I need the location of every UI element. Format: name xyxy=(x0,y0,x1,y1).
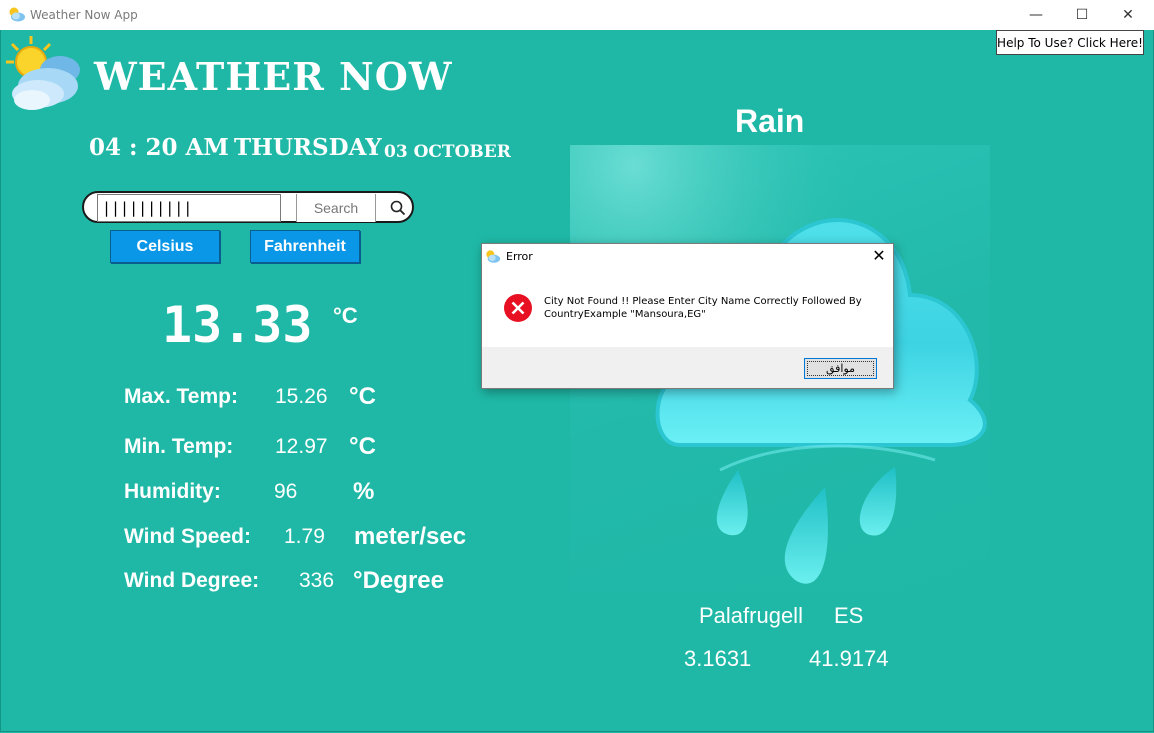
humidity-value: 96 xyxy=(274,480,298,503)
error-icon xyxy=(504,294,532,322)
min-temp-label: Min. Temp: xyxy=(124,435,234,458)
dialog-message: City Not Found !! Please Enter City Name… xyxy=(544,296,862,320)
app-weather-icon xyxy=(486,250,501,263)
humidity-unit: % xyxy=(353,478,375,505)
wind-speed-unit: meter/sec xyxy=(354,523,467,550)
city-search-input[interactable] xyxy=(97,194,281,222)
app-weather-icon xyxy=(9,7,25,22)
fahrenheit-button[interactable]: Fahrenheit xyxy=(250,230,360,263)
max-temp-value: 15.26 xyxy=(275,385,328,408)
city-name: Palafrugell xyxy=(699,603,803,628)
error-dialog: Error ✕ City Not Found !! Please Enter C… xyxy=(481,243,894,389)
search-button[interactable]: Search xyxy=(296,194,376,222)
weather-logo-icon xyxy=(6,36,80,110)
min-temp-value: 12.97 xyxy=(275,435,328,458)
app-title: WEATHER NOW xyxy=(94,54,453,99)
ok-button[interactable]: موافق xyxy=(804,358,877,379)
dialog-close-button[interactable]: ✕ xyxy=(868,246,890,266)
wind-degree-label: Wind Degree: xyxy=(124,569,260,592)
dialog-title: Error xyxy=(506,250,533,263)
current-day: THURSDAY xyxy=(234,134,382,161)
wind-degree-value: 336 xyxy=(299,569,335,592)
current-date: 03 OCTOBER xyxy=(384,142,511,162)
title-bar: Weather Now App — ☐ ✕ xyxy=(0,0,1154,30)
max-temp-label: Max. Temp: xyxy=(124,385,238,408)
latitude: 41.9174 xyxy=(809,646,889,671)
search-icon[interactable] xyxy=(389,199,407,217)
current-temperature: 13.33 xyxy=(162,296,313,354)
current-temperature-unit: °C xyxy=(333,303,358,328)
country-code: ES xyxy=(834,603,864,628)
wind-speed-value: 1.79 xyxy=(284,525,325,548)
wind-speed-label: Wind Speed: xyxy=(124,525,251,548)
minimize-button[interactable]: — xyxy=(1013,0,1059,30)
max-temp-unit: °C xyxy=(349,383,376,410)
longitude: 3.1631 xyxy=(684,646,752,671)
window-title: Weather Now App xyxy=(30,8,138,22)
humidity-label: Humidity: xyxy=(124,480,221,503)
celsius-button[interactable]: Celsius xyxy=(110,230,220,263)
current-time: 04 : 20 AM xyxy=(89,134,229,161)
close-window-button[interactable]: ✕ xyxy=(1105,0,1151,30)
min-temp-unit: °C xyxy=(349,433,376,460)
wind-degree-unit: °Degree xyxy=(353,567,444,594)
help-button[interactable]: Help To Use? Click Here! xyxy=(996,30,1144,55)
maximize-button[interactable]: ☐ xyxy=(1059,0,1105,30)
dialog-footer: موافق xyxy=(482,347,893,388)
weather-description: Rain xyxy=(735,103,805,139)
